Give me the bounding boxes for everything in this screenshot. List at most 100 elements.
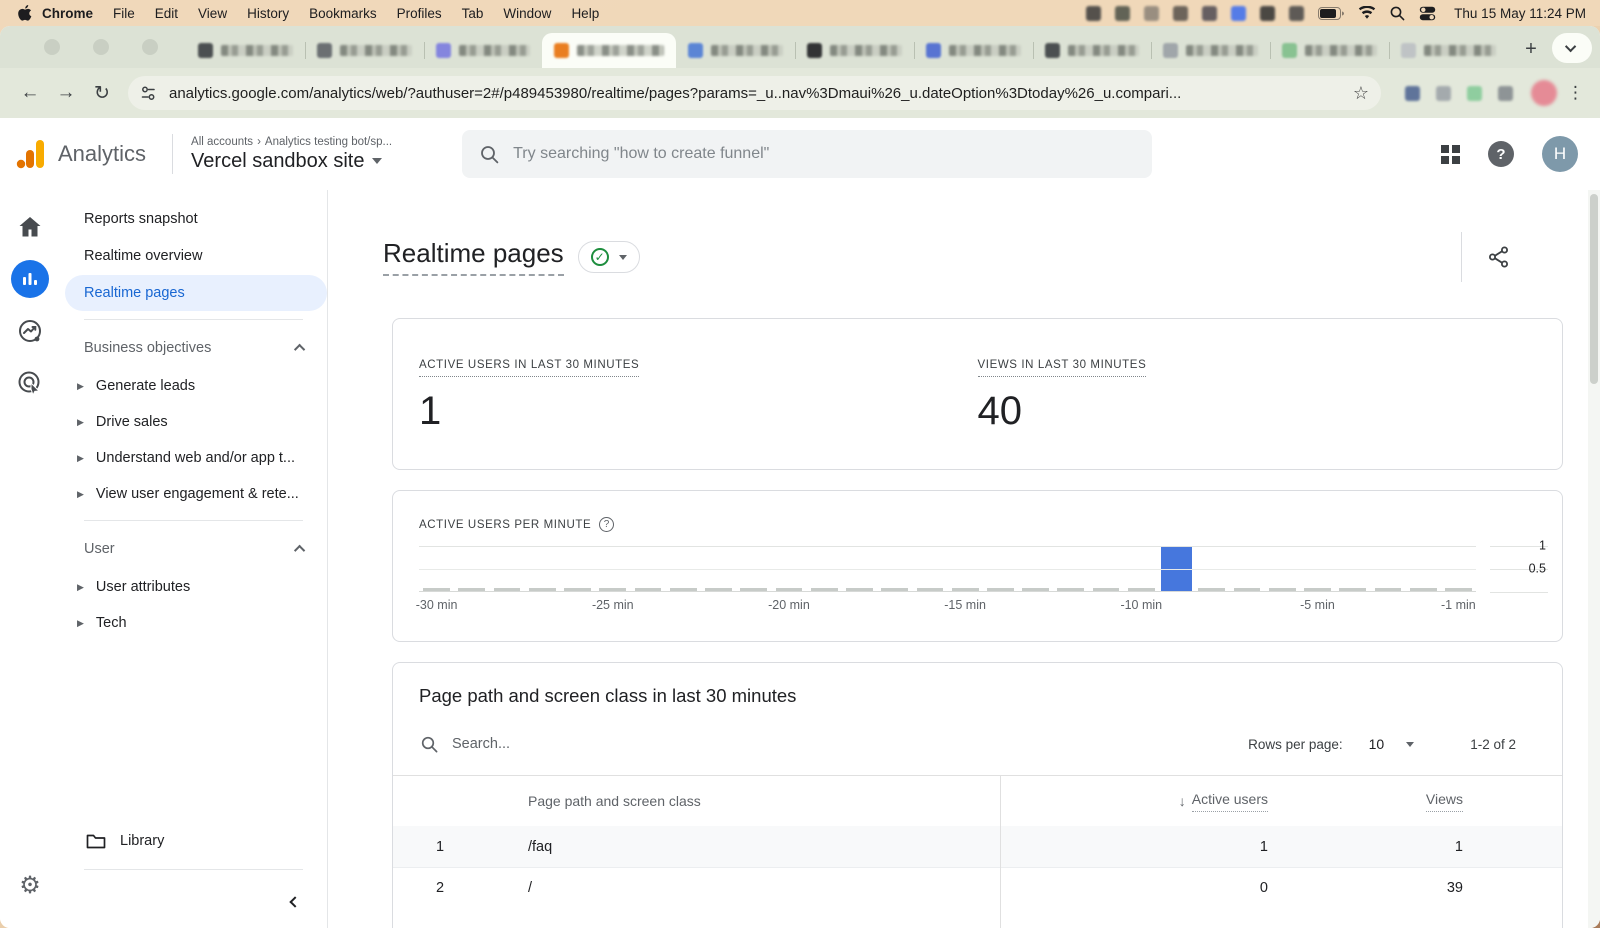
- menubar-clock[interactable]: Thu 15 May 11:24 PM: [1454, 6, 1586, 21]
- minimize-window-button[interactable]: [93, 39, 109, 55]
- expand-triangle-icon[interactable]: ▶: [77, 453, 84, 464]
- menu-item-history[interactable]: History: [237, 6, 299, 21]
- menu-item-chrome[interactable]: Chrome: [36, 6, 103, 21]
- spotlight-search-icon[interactable]: [1390, 6, 1405, 21]
- breadcrumb-account[interactable]: Analytics testing bot/sp...: [265, 136, 392, 148]
- sidebar-item-understand-web-and-or-app-t[interactable]: ▶ Understand web and/or app t...: [60, 440, 327, 476]
- expand-triangle-icon[interactable]: ▶: [77, 582, 84, 593]
- sidebar-section-business-objectives[interactable]: Business objectives: [60, 328, 327, 368]
- menu-item-help[interactable]: Help: [561, 6, 609, 21]
- table-row[interactable]: 2 / 0 39: [393, 867, 1562, 908]
- page-scrollbar[interactable]: [1588, 190, 1600, 928]
- collapse-sidebar-button[interactable]: [60, 878, 327, 928]
- sidebar-item-realtime-overview[interactable]: Realtime overview: [60, 238, 327, 274]
- google-apps-icon[interactable]: [1441, 144, 1460, 164]
- browser-profile-avatar[interactable]: [1531, 80, 1557, 106]
- forward-button[interactable]: →: [50, 77, 82, 109]
- advertising-nav-icon[interactable]: [11, 364, 49, 402]
- sidebar-item-user-attributes[interactable]: ▶ User attributes: [60, 569, 327, 605]
- extension-icon[interactable]: [1436, 85, 1451, 101]
- url-text[interactable]: analytics.google.com/analytics/web/?auth…: [169, 85, 1345, 102]
- sidebar-section-user[interactable]: User: [60, 529, 327, 569]
- statusbar-app-icon[interactable]: [1115, 5, 1131, 21]
- extension-icon[interactable]: [1405, 85, 1420, 101]
- report-status-dropdown[interactable]: ✓: [577, 241, 640, 273]
- tab[interactable]: [1270, 33, 1389, 68]
- help-icon[interactable]: ?: [1488, 141, 1514, 167]
- table-search-input[interactable]: [452, 736, 752, 752]
- menu-item-file[interactable]: File: [103, 6, 145, 21]
- back-button[interactable]: ←: [14, 77, 46, 109]
- expand-triangle-icon[interactable]: ▶: [77, 417, 84, 428]
- menu-item-tab[interactable]: Tab: [452, 6, 494, 21]
- tab[interactable]: [1032, 33, 1152, 68]
- reload-button[interactable]: ↻: [86, 77, 118, 109]
- metric-label[interactable]: VIEWS IN LAST 30 MINUTES: [977, 359, 1147, 377]
- statusbar-app-icon[interactable]: [1289, 5, 1305, 21]
- sidebar-item-realtime-pages[interactable]: Realtime pages: [65, 275, 327, 311]
- tab[interactable]: [186, 33, 305, 68]
- analytics-logo[interactable]: Analytics: [16, 138, 146, 170]
- statusbar-app-icon[interactable]: [1086, 5, 1102, 21]
- tab-search-button[interactable]: [1552, 33, 1592, 63]
- chrome-menu-icon[interactable]: ⋮: [1561, 83, 1590, 103]
- property-selector[interactable]: Vercel sandbox site: [191, 150, 392, 173]
- scrollbar-thumb[interactable]: [1590, 194, 1598, 384]
- account-avatar[interactable]: H: [1542, 136, 1578, 172]
- close-window-button[interactable]: [44, 39, 60, 55]
- sidebar-item-generate-leads[interactable]: ▶ Generate leads: [60, 368, 327, 404]
- reports-nav-icon[interactable]: [11, 260, 49, 298]
- extension-icon[interactable]: [1467, 85, 1482, 101]
- zoom-window-button[interactable]: [142, 39, 158, 55]
- control-center-icon[interactable]: [1419, 6, 1436, 21]
- tab[interactable]: [676, 33, 795, 68]
- extension-icon[interactable]: [1498, 85, 1513, 101]
- sidebar-item-view-user-engagement-rete[interactable]: ▶ View user engagement & rete...: [60, 476, 327, 512]
- tab-active[interactable]: [542, 33, 677, 68]
- metric-label[interactable]: ACTIVE USERS IN LAST 30 MINUTES: [419, 359, 640, 377]
- ga-search-input[interactable]: [513, 145, 1135, 163]
- tab[interactable]: [1389, 33, 1508, 68]
- statusbar-app-icon[interactable]: [1260, 5, 1276, 21]
- site-settings-icon[interactable]: [140, 86, 157, 101]
- statusbar-app-icon[interactable]: [1202, 5, 1218, 21]
- new-tab-button[interactable]: +: [1516, 34, 1546, 64]
- tab[interactable]: [423, 33, 543, 68]
- tab[interactable]: [304, 33, 424, 68]
- ga-search-bar[interactable]: [462, 130, 1153, 178]
- expand-triangle-icon[interactable]: ▶: [77, 618, 84, 629]
- statusbar-app-icon[interactable]: [1144, 5, 1160, 21]
- tab[interactable]: [794, 33, 914, 68]
- expand-triangle-icon[interactable]: ▶: [77, 381, 84, 392]
- column-header-views[interactable]: Views: [1268, 791, 1463, 812]
- tab[interactable]: [913, 33, 1033, 68]
- expand-triangle-icon[interactable]: ▶: [77, 489, 84, 500]
- rows-per-page-value[interactable]: 10: [1369, 736, 1385, 752]
- menu-item-view[interactable]: View: [188, 6, 237, 21]
- battery-icon[interactable]: [1318, 6, 1345, 20]
- table-row[interactable]: 1 /faq 1 1: [393, 826, 1562, 867]
- help-tooltip-icon[interactable]: ?: [599, 517, 615, 532]
- menu-item-bookmarks[interactable]: Bookmarks: [299, 6, 387, 21]
- statusbar-app-icon[interactable]: [1173, 5, 1189, 21]
- explore-nav-icon[interactable]: [11, 312, 49, 350]
- apple-logo-icon[interactable]: [14, 5, 36, 21]
- breadcrumb-root[interactable]: All accounts: [191, 136, 253, 148]
- sidebar-item-tech[interactable]: ▶ Tech: [60, 605, 327, 641]
- sidebar-item-library[interactable]: Library: [60, 821, 327, 861]
- statusbar-app-icon[interactable]: [1231, 5, 1247, 21]
- menu-item-window[interactable]: Window: [493, 6, 561, 21]
- column-header-page-path[interactable]: Page path and screen class: [485, 793, 1000, 809]
- bookmark-star-icon[interactable]: ☆: [1345, 83, 1369, 104]
- page-title[interactable]: Realtime pages: [383, 238, 564, 276]
- home-nav-icon[interactable]: [11, 208, 49, 246]
- tab[interactable]: [1151, 33, 1270, 68]
- column-header-active-users[interactable]: ↓ Active users: [1000, 791, 1268, 812]
- share-icon[interactable]: [1488, 246, 1510, 268]
- wifi-icon[interactable]: [1358, 6, 1376, 20]
- sidebar-item-reports-snapshot[interactable]: Reports snapshot: [60, 201, 327, 237]
- sidebar-item-drive-sales[interactable]: ▶ Drive sales: [60, 404, 327, 440]
- table-search[interactable]: [421, 736, 1248, 753]
- menu-item-profiles[interactable]: Profiles: [387, 6, 452, 21]
- rows-per-page-control[interactable]: Rows per page: 10: [1248, 736, 1415, 752]
